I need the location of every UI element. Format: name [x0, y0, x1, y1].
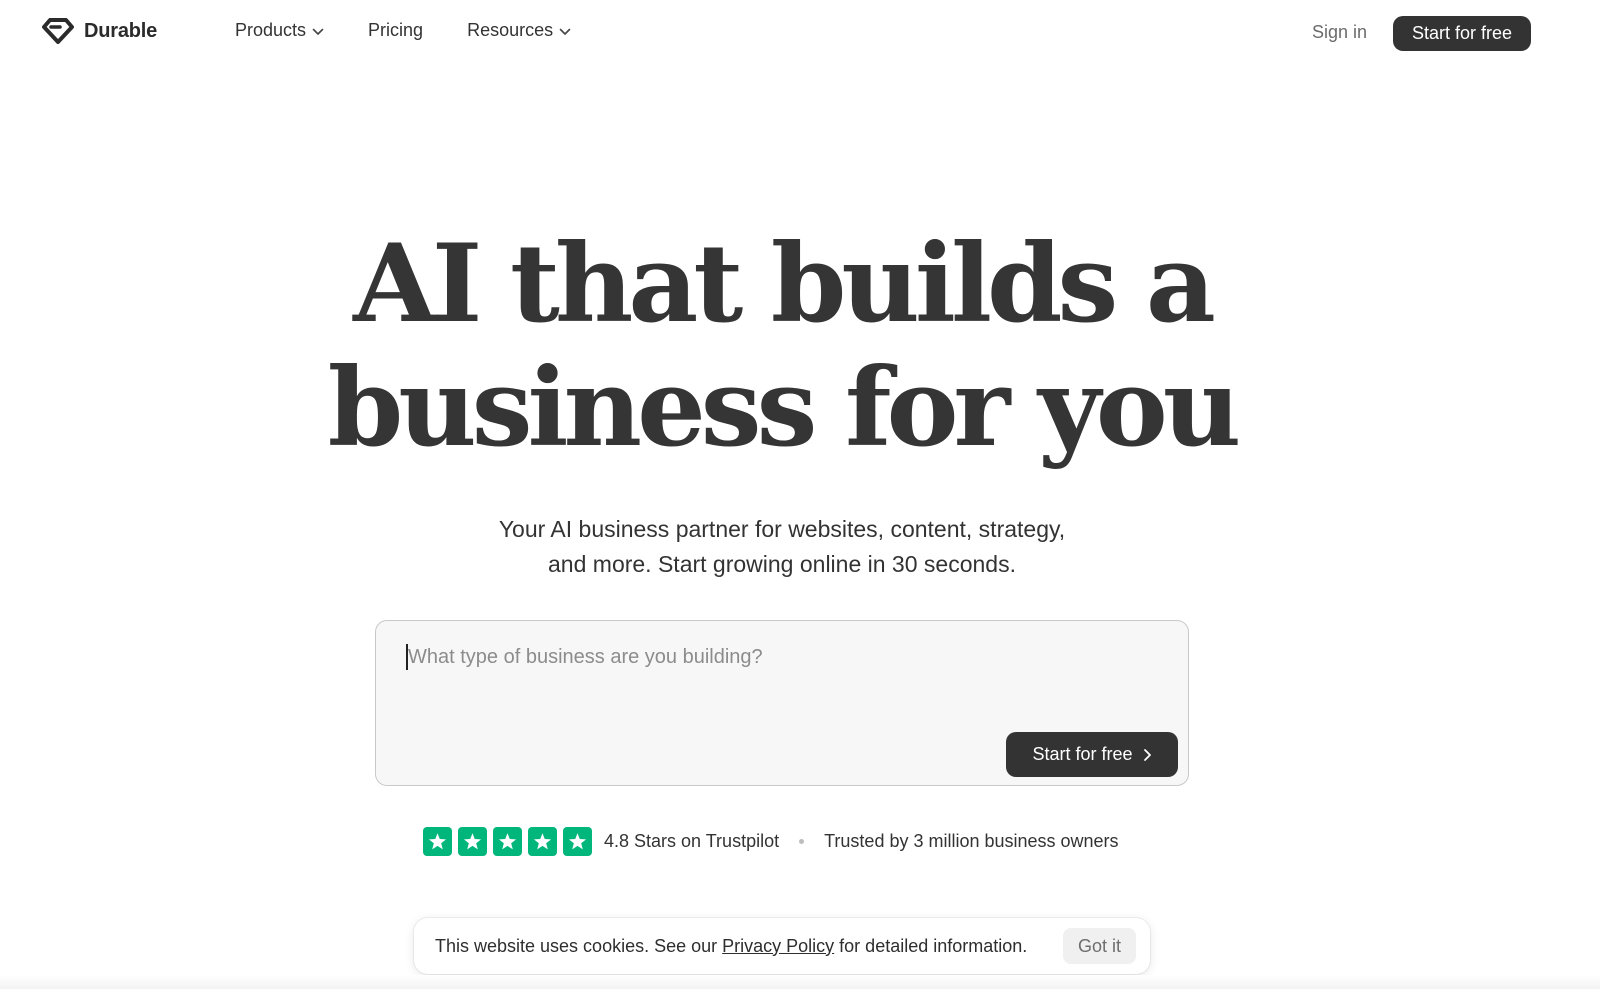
hero-subtitle-line-1: Your AI business partner for websites, c…	[498, 516, 1066, 542]
prompt-start-for-free-button[interactable]: Start for free	[1006, 732, 1178, 777]
nav-item-label: Pricing	[368, 20, 424, 40]
trust-row: 4.8 Stars on Trustpilot Trusted by 3 mil…	[423, 827, 1119, 856]
nav-item-pricing[interactable]: Pricing	[368, 20, 423, 41]
chevron-right-icon	[1143, 748, 1151, 761]
nav-item-label: Resources	[467, 20, 554, 40]
trustpilot-star-icon	[563, 827, 592, 856]
trustpilot-star-icon	[493, 827, 522, 856]
trusted-by-text: Trusted by 3 million business owners	[824, 831, 1119, 851]
site-header: Durable Products Pricing Resources Sign …	[0, 0, 1600, 66]
separator-dot	[799, 839, 805, 844]
cookie-banner: This website uses cookies. See our Priva…	[414, 918, 1150, 974]
brand-logo-link[interactable]: Durable	[42, 18, 157, 44]
text-caret	[406, 644, 408, 670]
sign-in-link[interactable]: Sign in	[1312, 22, 1367, 43]
chevron-down-icon	[312, 28, 324, 35]
trustpilot-rating-text: 4.8 Stars on Trustpilot	[604, 831, 780, 851]
hero-subtitle-line-2: and more. Start growing online in 30 sec…	[548, 551, 1016, 577]
bottom-fade	[0, 975, 1600, 989]
nav-item-resources[interactable]: Resources	[467, 20, 571, 41]
cookie-text-before: This website uses cookies. See our	[435, 935, 718, 956]
hero-subtitle: Your AI business partner for websites, c…	[0, 512, 1564, 582]
main-nav: Products Pricing Resources	[235, 20, 571, 41]
prompt-cta-label: Start for free	[1032, 744, 1133, 764]
trustpilot-star-icon	[528, 827, 557, 856]
nav-item-label: Products	[235, 20, 307, 40]
diamond-logo-icon	[42, 18, 74, 44]
nav-item-products[interactable]: Products	[235, 20, 324, 41]
header-start-for-free-button[interactable]: Start for free	[1393, 16, 1531, 51]
cookie-got-it-button[interactable]: Got it	[1062, 928, 1136, 964]
brand-name: Durable	[84, 19, 158, 42]
hero-title-line-1: AI that builds a	[353, 221, 1216, 347]
chevron-down-icon	[559, 28, 571, 35]
business-prompt-box: Start for free	[375, 620, 1189, 786]
trustpilot-stars	[423, 827, 592, 856]
privacy-policy-link[interactable]: Privacy Policy	[722, 936, 834, 957]
cookie-text-after: for detailed information.	[839, 935, 1028, 956]
hero-title: AI that builds a business for you	[0, 222, 1564, 470]
trustpilot-star-icon	[423, 827, 452, 856]
trustpilot-star-icon	[458, 827, 487, 856]
business-type-input[interactable]	[406, 641, 1150, 673]
hero-title-line-2: business for you	[327, 345, 1242, 471]
